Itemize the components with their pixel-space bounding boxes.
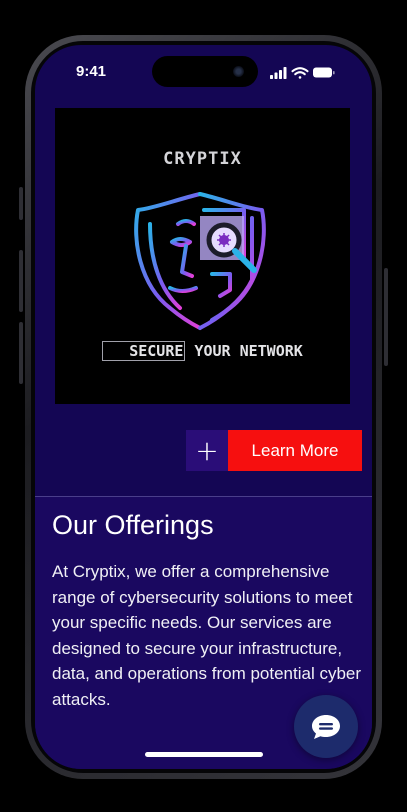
offerings-title: Our Offerings (52, 510, 214, 540)
tagline-highlight: SECURE (102, 341, 186, 361)
wifi-icon (291, 67, 309, 79)
status-bar: 9:41 (35, 45, 372, 101)
cta-row: + Learn More (186, 430, 362, 471)
power-button (384, 268, 388, 366)
hero-brand: CRYPTIX (163, 149, 242, 169)
tagline-rest: YOUR NETWORK (185, 342, 303, 360)
volume-down-button (19, 322, 23, 384)
volume-up-button (19, 250, 23, 312)
status-time: 9:41 (76, 63, 107, 80)
battery-icon (313, 67, 335, 78)
screen: 9:41 CRYPTIX SECURE YOUR NETWORK + Learn… (35, 45, 372, 769)
mute-switch (19, 187, 23, 220)
hero-banner: CRYPTIX SECURE YOUR NETWORK (55, 108, 350, 404)
cellular-signal-icon (270, 67, 287, 79)
expand-button[interactable]: + (186, 430, 228, 471)
hero-tagline: SECURE YOUR NETWORK (55, 341, 350, 361)
home-indicator[interactable] (145, 752, 263, 757)
chat-button[interactable] (294, 695, 358, 758)
plus-icon: + (195, 434, 219, 467)
shield-face-magnifier-icon (134, 192, 266, 330)
learn-more-button[interactable]: Learn More (228, 430, 362, 471)
chat-bubble-icon (312, 714, 340, 739)
status-icons (270, 67, 335, 79)
front-camera (233, 66, 244, 77)
dynamic-island (152, 56, 258, 87)
offerings-body: At Cryptix, we offer a comprehensive ran… (52, 562, 362, 709)
